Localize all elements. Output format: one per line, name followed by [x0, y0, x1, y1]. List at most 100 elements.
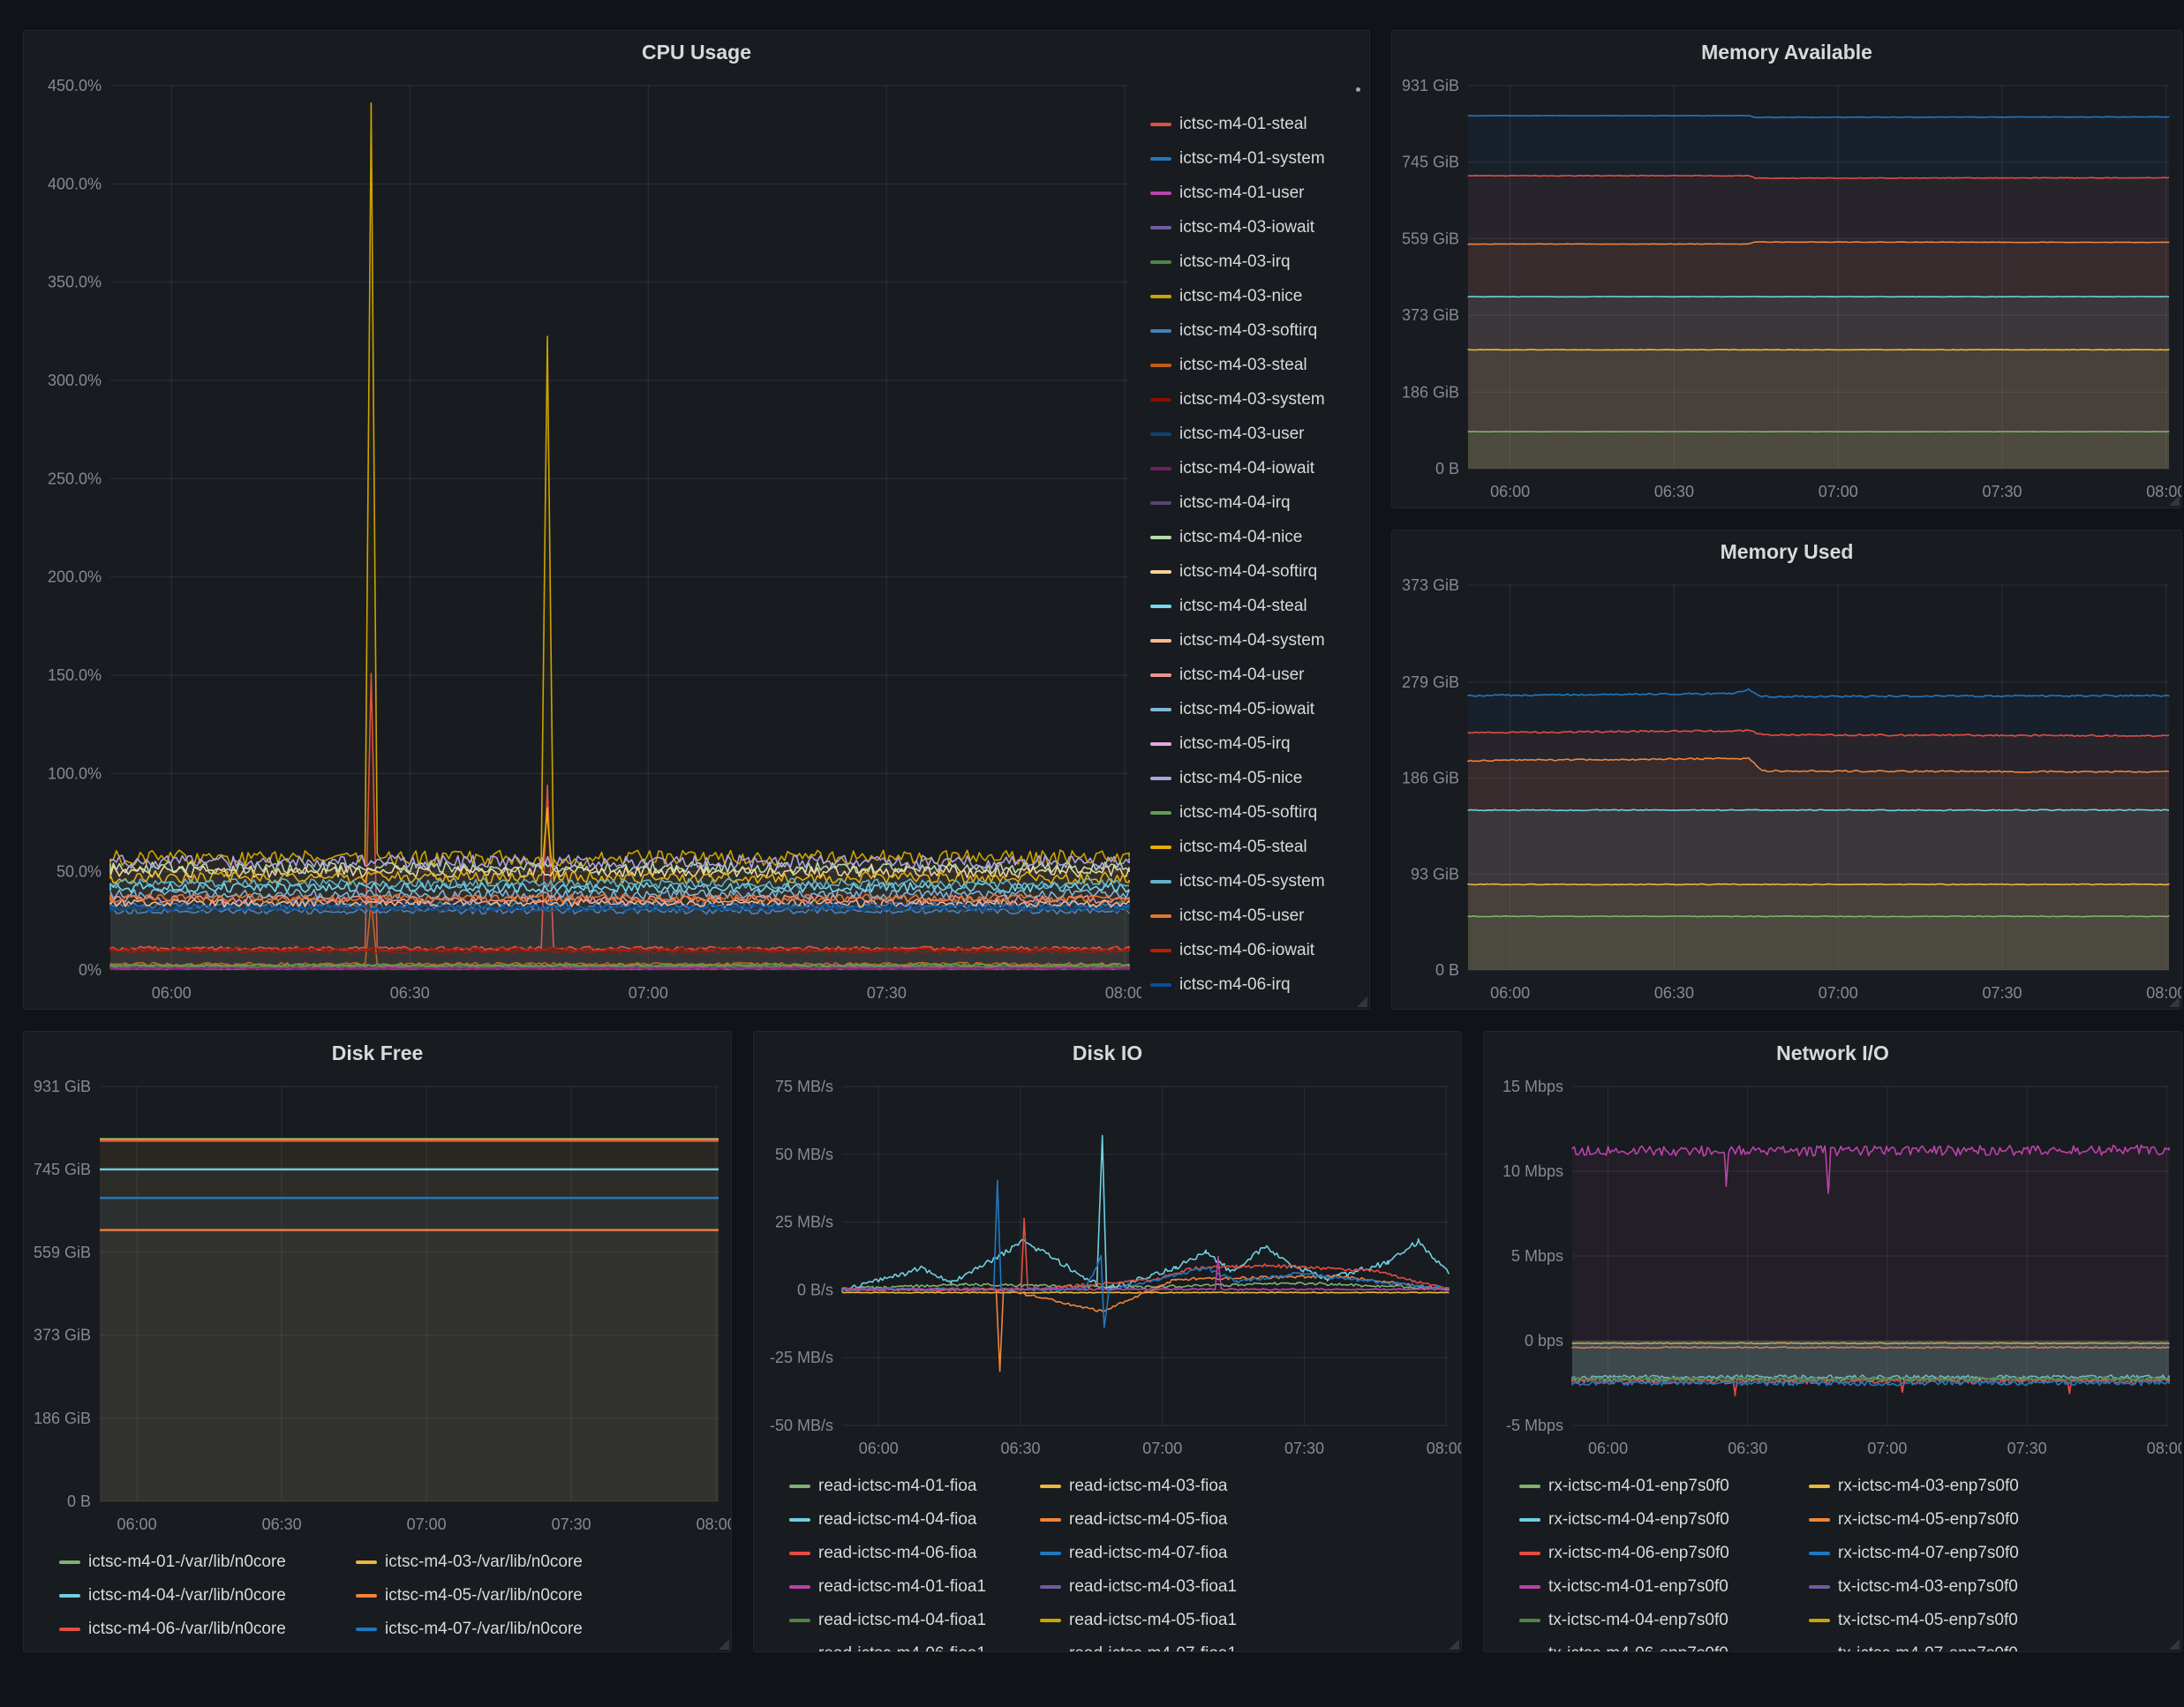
legend-item[interactable]: read-ictsc-m4-03-fioa — [1040, 1470, 1452, 1503]
legend-item[interactable]: read-ictsc-m4-01-fioa — [789, 1470, 1040, 1503]
legend-item[interactable]: ictsc-m4-06-iowait — [1141, 933, 1369, 967]
legend-item[interactable]: ictsc-m4-01-/var/lib/n0core — [59, 1545, 356, 1579]
legend-item[interactable]: tx-ictsc-m4-03-enp7s0f0 — [1809, 1570, 2173, 1604]
legend-color-icon — [1150, 123, 1171, 126]
legend-item[interactable]: rx-ictsc-m4-01-enp7s0f0 — [1519, 1470, 1809, 1503]
legend-label: read-ictsc-m4-01-fioa1 — [818, 1577, 986, 1597]
panel-header: Network I/O — [1484, 1032, 2181, 1074]
legend-color-icon — [1150, 260, 1171, 264]
legend-item[interactable]: ictsc-m4-06-/var/lib/n0core — [59, 1613, 356, 1646]
legend-item[interactable]: rx-ictsc-m4-05-enp7s0f0 — [1809, 1503, 2173, 1537]
legend-item[interactable]: ictsc-m4-05-user — [1141, 899, 1369, 933]
panel-header: Memory Used — [1392, 530, 2181, 573]
legend-item[interactable]: read-ictsc-m4-01-fioa1 — [789, 1570, 1040, 1604]
legend-item[interactable]: tx-ictsc-m4-04-enp7s0f0 — [1519, 1604, 1809, 1637]
legend-item[interactable]: rx-ictsc-m4-06-enp7s0f0 — [1519, 1537, 1809, 1570]
panel-disk-io: Disk IO 75 MB/s50 MB/s25 MB/s0 B/s-25 MB… — [753, 1031, 1462, 1652]
legend-item[interactable]: ictsc-m4-04-irq — [1141, 485, 1369, 520]
legend-item[interactable]: ictsc-m4-04-iowait — [1141, 451, 1369, 485]
disk-io-chart[interactable]: 75 MB/s50 MB/s25 MB/s0 B/s-25 MB/s-50 MB… — [754, 1074, 1461, 1464]
legend-item[interactable]: ictsc-m4-03-nice — [1141, 279, 1369, 313]
panel-title[interactable]: Disk IO — [1073, 1041, 1142, 1065]
panel-resize-handle[interactable] — [2169, 495, 2180, 506]
panel-resize-handle[interactable] — [2169, 996, 2180, 1007]
legend-item[interactable]: tx-ictsc-m4-05-enp7s0f0 — [1809, 1604, 2173, 1637]
legend-item[interactable]: ictsc-m4-06-nice — [1141, 1002, 1369, 1009]
legend-item[interactable]: ictsc-m4-03-user — [1141, 417, 1369, 451]
legend-item[interactable]: read-ictsc-m4-05-fioa — [1040, 1503, 1452, 1537]
panel-title[interactable]: Disk Free — [332, 1041, 424, 1065]
legend-label: ictsc-m4-03-steal — [1179, 356, 1307, 375]
panel-resize-handle[interactable] — [2169, 1639, 2180, 1650]
panel-title[interactable]: Network I/O — [1776, 1041, 1889, 1065]
legend-item[interactable]: ictsc-m4-05-steal — [1141, 830, 1369, 864]
cpu-usage-chart[interactable]: 450.0%400.0%350.0%300.0%250.0%200.0%150.… — [24, 73, 1141, 1009]
legend-label: tx-ictsc-m4-07-enp7s0f0 — [1838, 1644, 2018, 1651]
legend-color-icon — [1150, 708, 1171, 711]
legend-item[interactable]: ictsc-m4-05-/var/lib/n0core — [356, 1579, 722, 1613]
legend-item[interactable]: ictsc-m4-03-/var/lib/n0core — [356, 1545, 722, 1579]
svg-text:186 GiB: 186 GiB — [1402, 383, 1459, 401]
panel-resize-handle[interactable] — [1357, 996, 1367, 1007]
legend-label: ictsc-m4-03-irq — [1179, 252, 1291, 272]
legend-item[interactable]: ictsc-m4-05-softirq — [1141, 795, 1369, 830]
legend-item[interactable]: tx-ictsc-m4-07-enp7s0f0 — [1809, 1637, 2173, 1651]
legend-item[interactable]: ictsc-m4-04-nice — [1141, 520, 1369, 554]
svg-text:0%: 0% — [79, 961, 102, 979]
svg-text:06:30: 06:30 — [390, 984, 430, 1002]
legend-item[interactable]: ictsc-m4-01-user — [1141, 176, 1369, 210]
legend-item[interactable]: rx-ictsc-m4-07-enp7s0f0 — [1809, 1537, 2173, 1570]
memory-available-chart[interactable]: 931 GiB745 GiB559 GiB373 GiB186 GiB0 B06… — [1392, 73, 2181, 508]
legend-item[interactable]: ictsc-m4-07-/var/lib/n0core — [356, 1613, 722, 1646]
legend-item[interactable]: read-ictsc-m4-06-fioa — [789, 1537, 1040, 1570]
legend-item[interactable]: ictsc-m4-03-steal — [1141, 348, 1369, 382]
legend-item[interactable]: read-ictsc-m4-05-fioa1 — [1040, 1604, 1452, 1637]
legend-item[interactable]: ictsc-m4-01-system — [1141, 141, 1369, 176]
legend-item[interactable]: ictsc-m4-04-/var/lib/n0core — [59, 1579, 356, 1613]
legend-item[interactable]: read-ictsc-m4-04-fioa — [789, 1503, 1040, 1537]
network-io-chart[interactable]: 15 Mbps10 Mbps5 Mbps0 bps-5 Mbps06:0006:… — [1484, 1074, 2181, 1464]
legend-item[interactable]: ictsc-m4-04-system — [1141, 623, 1369, 658]
legend-item[interactable]: ictsc-m4-04-softirq — [1141, 554, 1369, 589]
legend-color-icon — [1150, 811, 1171, 815]
legend-item[interactable]: read-ictsc-m4-03-fioa1 — [1040, 1570, 1452, 1604]
panel-title[interactable]: Memory Used — [1721, 540, 1854, 564]
legend-item[interactable]: ictsc-m4-05-iowait — [1141, 692, 1369, 726]
panel-resize-handle[interactable] — [1449, 1639, 1459, 1650]
panel-title[interactable]: Memory Available — [1701, 41, 1872, 64]
legend-item[interactable]: ictsc-m4-04-steal — [1141, 589, 1369, 623]
svg-text:07:00: 07:00 — [1819, 984, 1858, 1002]
legend-item[interactable]: tx-ictsc-m4-06-enp7s0f0 — [1519, 1637, 1809, 1651]
legend-item[interactable]: ictsc-m4-01-steal — [1141, 107, 1369, 141]
legend-color-icon — [59, 1594, 80, 1598]
legend-item[interactable]: read-ictsc-m4-07-fioa1 — [1040, 1637, 1452, 1651]
legend-label: ictsc-m4-05-/var/lib/n0core — [385, 1586, 583, 1605]
legend-item[interactable]: read-ictsc-m4-07-fioa — [1040, 1537, 1452, 1570]
legend-item[interactable]: ictsc-m4-03-system — [1141, 382, 1369, 417]
panel-title[interactable]: CPU Usage — [642, 41, 751, 64]
legend-label: ictsc-m4-04-irq — [1179, 493, 1291, 513]
legend-color-icon — [356, 1628, 377, 1631]
legend-item[interactable]: ictsc-m4-03-softirq — [1141, 313, 1369, 348]
legend-label: ictsc-m4-03-iowait — [1179, 218, 1314, 237]
legend-label: ictsc-m4-05-irq — [1179, 734, 1291, 754]
legend-item[interactable]: tx-ictsc-m4-01-enp7s0f0 — [1519, 1570, 1809, 1604]
legend-item[interactable]: ictsc-m4-03-irq — [1141, 244, 1369, 279]
legend-item[interactable]: ictsc-m4-05-system — [1141, 864, 1369, 899]
svg-text:07:30: 07:30 — [552, 1515, 591, 1533]
legend-item[interactable]: ictsc-m4-05-irq — [1141, 726, 1369, 761]
disk-free-chart[interactable]: 931 GiB745 GiB559 GiB373 GiB186 GiB0 B06… — [24, 1074, 731, 1540]
legend-item[interactable]: ictsc-m4-05-nice — [1141, 761, 1369, 795]
memory-used-chart[interactable]: 373 GiB279 GiB186 GiB93 GiB0 B06:0006:30… — [1392, 573, 2181, 1009]
legend-item[interactable]: read-ictsc-m4-04-fioa1 — [789, 1604, 1040, 1637]
legend-item[interactable]: rx-ictsc-m4-03-enp7s0f0 — [1809, 1470, 2173, 1503]
legend-item[interactable]: ictsc-m4-04-user — [1141, 658, 1369, 692]
legend-item[interactable]: read-ictsc-m4-06-fioa1 — [789, 1637, 1040, 1651]
panel-resize-handle[interactable] — [719, 1639, 729, 1650]
svg-text:10 Mbps: 10 Mbps — [1502, 1162, 1563, 1180]
legend-item[interactable]: ictsc-m4-06-irq — [1141, 967, 1369, 1002]
legend-item[interactable]: rx-ictsc-m4-04-enp7s0f0 — [1519, 1503, 1809, 1537]
svg-text:07:30: 07:30 — [1983, 984, 2022, 1002]
legend-item[interactable]: ictsc-m4-03-iowait — [1141, 210, 1369, 244]
legend-label: rx-ictsc-m4-07-enp7s0f0 — [1838, 1544, 2019, 1563]
